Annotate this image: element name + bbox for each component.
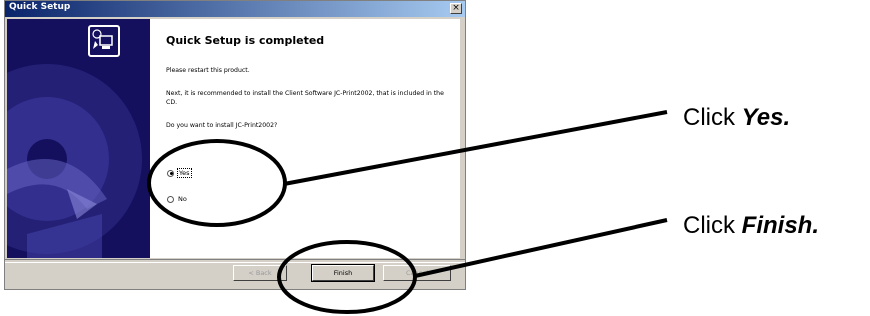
click-finish-prefix: Click — [683, 212, 742, 239]
click-finish-emphasis: Finish. — [741, 212, 820, 239]
click-yes-emphasis: Yes. — [741, 104, 791, 131]
finish-callout-line — [414, 218, 668, 278]
yes-callout-line — [283, 110, 668, 186]
callout-overlay — [147, 110, 668, 314]
click-yes-annotation: Click Yes. — [683, 104, 790, 132]
click-yes-prefix: Click — [683, 104, 742, 131]
yes-callout-ellipse — [147, 139, 287, 227]
finish-callout-ellipse — [277, 240, 417, 314]
click-finish-annotation: Click Finish. — [683, 212, 819, 240]
